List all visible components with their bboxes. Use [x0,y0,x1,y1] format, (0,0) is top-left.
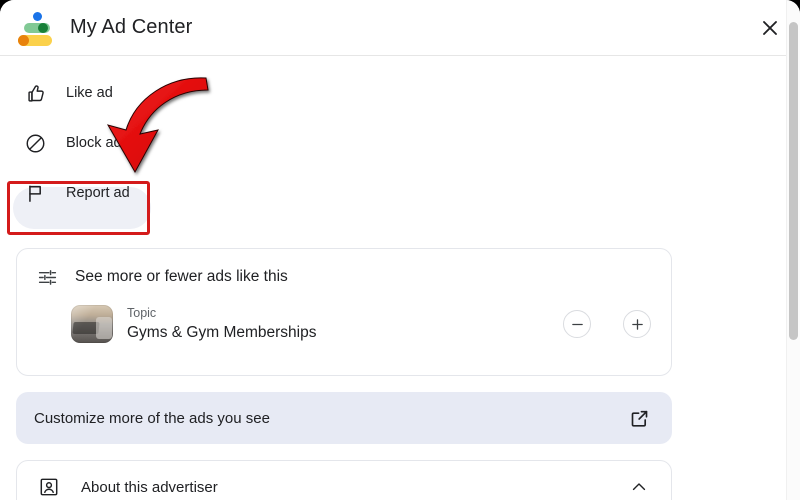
customize-ads-label: Customize more of the ads you see [34,409,270,427]
action-label: Like ad [66,85,113,101]
vertical-scrollbar-thumb[interactable] [789,22,798,340]
customize-ads-row[interactable]: Customize more of the ads you see [16,392,672,444]
ad-actions-list: Like ad Block ad Report ad [0,68,700,218]
topic-label: Topic [127,306,157,320]
action-block-ad[interactable]: Block ad [0,118,700,168]
plus-icon [631,318,643,330]
my-ad-center-logo-icon [16,11,56,46]
panel-header: My Ad Center [0,0,786,56]
about-advertiser-card: About this advertiser [16,460,672,500]
external-link-icon [629,408,650,429]
action-label: Block ad [66,135,122,151]
close-icon[interactable] [754,12,786,44]
my-ad-center-panel: My Ad Center Like ad Block ad Report ad … [0,0,800,500]
similar-ads-header: See more or fewer ads like this [17,249,671,289]
gym-photo-thumbnail-icon [71,305,113,343]
about-advertiser-label: About this advertiser [81,478,218,496]
flag-icon [22,180,48,206]
action-report-ad[interactable]: Report ad [0,168,700,218]
page-title: My Ad Center [70,16,193,38]
about-advertiser-row[interactable]: About this advertiser [17,461,671,500]
fewer-ads-button[interactable] [563,310,591,338]
more-ads-button[interactable] [623,310,651,338]
topic-value: Gyms & Gym Memberships [127,324,317,341]
topic-text: Topic Gyms & Gym Memberships [127,305,563,343]
action-like-ad[interactable]: Like ad [0,68,700,118]
action-label: Report ad [66,185,130,201]
vertical-scrollbar-track[interactable] [786,0,800,500]
thumbs-up-icon [22,80,48,106]
block-circle-slash-icon [22,130,48,156]
minus-icon [571,323,583,325]
person-box-icon [37,475,61,499]
tune-sliders-icon [35,265,59,289]
similar-ads-title: See more or fewer ads like this [75,268,288,285]
topic-row: Topic Gyms & Gym Memberships [17,305,671,343]
similar-ads-card: See more or fewer ads like this Topic Gy… [16,248,672,376]
chevron-up-icon[interactable] [629,477,649,497]
